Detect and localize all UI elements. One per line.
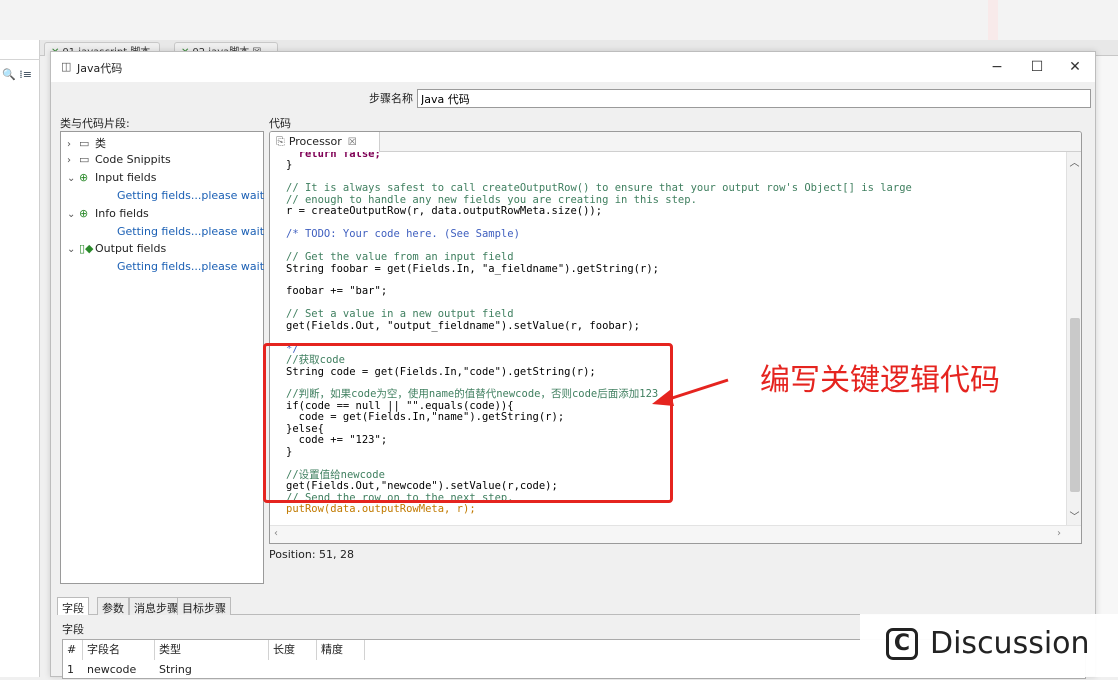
java-code-icon: ◫ <box>61 60 72 73</box>
left-panel-background: 🔍 ⁞≡ <box>0 40 40 677</box>
step-name-input[interactable] <box>417 89 1091 108</box>
dialog-title: Java代码 <box>77 62 123 75</box>
chevron-down-icon[interactable]: ⌄ <box>67 209 79 220</box>
info-fields-icon: ⊕ <box>79 207 89 220</box>
scrollbar-thumb[interactable] <box>1070 318 1080 492</box>
code-line: // enough to handle any new fields you a… <box>286 193 697 206</box>
code-line: return false; <box>286 152 381 160</box>
right-panel-background <box>1096 56 1118 677</box>
code-line: String foobar = get(Fields.In, "a_fieldn… <box>286 262 659 275</box>
column-header-type: 类型 <box>155 640 269 660</box>
column-header-field-name: 字段名 <box>83 640 155 660</box>
tree-node-code-snippits[interactable]: › ▭ Code Snippits <box>67 153 171 169</box>
discussion-logo-icon: C <box>886 628 918 660</box>
folder-icon: ▭ <box>79 153 90 166</box>
horizontal-scrollbar[interactable]: ‹ › <box>270 525 1081 543</box>
code-line: } <box>286 159 293 172</box>
dialog-titlebar[interactable]: ◫ Java代码 − ☐ ✕ <box>51 52 1095 82</box>
input-fields-icon: ⊕ <box>79 171 89 184</box>
code-highlight-box <box>263 343 673 503</box>
tree-node-info-fields[interactable]: ⌄ ⊕ Info fields <box>67 207 149 223</box>
folder-icon: ▭ <box>79 137 90 150</box>
table-cell-field-name[interactable]: newcode <box>83 660 155 680</box>
chevron-down-icon[interactable]: ⌄ <box>67 173 79 184</box>
tab-target-steps[interactable]: 目标步骤 <box>177 597 231 615</box>
tab-parameters[interactable]: 参数 <box>97 597 129 615</box>
tree-child-input-loading: Getting fields...please wait <box>117 189 265 202</box>
table-cell-index: 1 <box>67 663 74 676</box>
step-name-label: 步骤名称 <box>369 92 413 105</box>
code-line: get(Fields.Out, "output_fieldname").setV… <box>286 319 641 332</box>
watermark-text: Discussion <box>930 626 1090 661</box>
code-line: /* TODO: Your code here. (See Sample) <box>286 228 520 241</box>
tree-child-output-loading: Getting fields...please wait <box>117 260 265 273</box>
discussion-watermark: C Discussion <box>860 614 1118 677</box>
code-line: foobar += "bar"; <box>286 285 388 298</box>
annotation-text: 编写关键逻辑代码 <box>760 363 1000 398</box>
scroll-right-icon[interactable]: › <box>1057 528 1061 539</box>
editor-tabbar: ⎘ Processor ☒ <box>270 132 1081 152</box>
chevron-down-icon[interactable]: ⌄ <box>67 244 79 255</box>
close-button[interactable]: ✕ <box>1055 52 1095 82</box>
tree-node-output-fields[interactable]: ⌄ ▯◆Output fields <box>67 242 166 258</box>
code-line: // It is always safest to call createOut… <box>286 182 912 195</box>
code-line: r = createOutputRow(r, data.outputRowMet… <box>286 205 603 218</box>
chevron-right-icon[interactable]: › <box>67 139 79 150</box>
processor-icon: ⎘ <box>276 135 285 148</box>
column-header-length: 长度 <box>269 640 317 660</box>
table-cell-precision[interactable] <box>317 660 365 680</box>
table-cell-type[interactable]: String <box>155 660 269 680</box>
table-cell-length[interactable] <box>269 660 317 680</box>
classes-snippets-label: 类与代码片段: <box>60 117 130 130</box>
view-menu-icon[interactable]: 🔍 ⁞≡ <box>2 68 32 81</box>
scroll-down-icon[interactable]: ﹀ <box>1067 508 1081 523</box>
tab-processor[interactable]: ⎘ Processor ☒ <box>270 132 380 152</box>
output-fields-icon: ▯◆ <box>79 242 94 255</box>
column-header-index: # <box>63 640 83 660</box>
code-line: // Get the value from an input field <box>286 251 514 264</box>
code-line: putRow(data.outputRowMeta, r); <box>286 502 476 515</box>
app-toolbar-background <box>0 0 1118 40</box>
chevron-right-icon[interactable]: › <box>67 155 79 166</box>
tab-fields[interactable]: 字段 <box>57 597 89 615</box>
code-line: // Set a value in a new output field <box>286 308 514 321</box>
annotation-arrow <box>652 378 729 406</box>
tree-node-classes[interactable]: › ▭ 类 <box>67 135 106 151</box>
bottom-tabs: 字段 参数 消息步骤 目标步骤 <box>57 597 1091 615</box>
vertical-scrollbar[interactable]: ︿ ﹀ <box>1066 152 1081 525</box>
tree-node-input-fields[interactable]: ⌄ ⊕ Input fields <box>67 171 156 187</box>
fields-section-label: 字段 <box>62 623 84 636</box>
tab-info-steps[interactable]: 消息步骤 <box>129 597 183 615</box>
snippet-tree[interactable]: › ▭ 类 › ▭ Code Snippits ⌄ ⊕ Input fields Getti… <box>60 131 264 584</box>
minimize-button[interactable]: − <box>977 52 1017 82</box>
column-header-precision: 精度 <box>317 640 365 660</box>
code-label: 代码 <box>269 117 291 130</box>
scroll-left-icon[interactable]: ‹ <box>274 528 278 539</box>
tree-child-info-loading: Getting fields...please wait <box>117 225 265 238</box>
close-tab-icon[interactable]: ☒ <box>348 137 357 148</box>
scroll-up-icon[interactable]: ︿ <box>1067 154 1081 169</box>
maximize-button[interactable]: ☐ <box>1017 52 1057 82</box>
cursor-position: Position: 51, 28 <box>269 548 355 561</box>
